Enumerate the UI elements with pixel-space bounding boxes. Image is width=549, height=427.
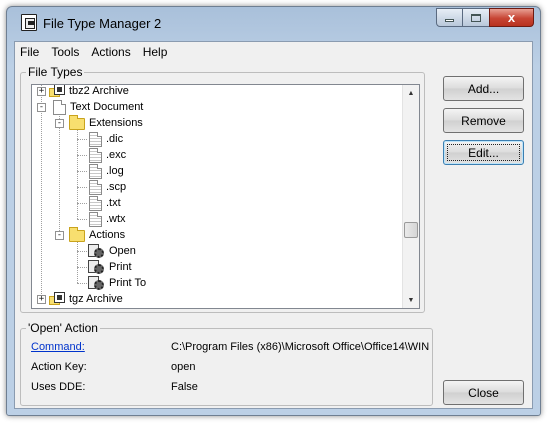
close-button[interactable]: Close	[443, 380, 524, 405]
file-icon	[89, 163, 102, 179]
title-bar[interactable]: File Type Manager 2 x	[7, 7, 540, 37]
tree-item-exc[interactable]: .exc	[89, 147, 126, 163]
action-details-legend: 'Open' Action	[26, 321, 100, 335]
tree-item-label: Print	[109, 261, 132, 273]
tree-item-actions[interactable]: Actions	[69, 227, 125, 243]
command-link[interactable]: Command:	[31, 341, 161, 353]
tree-item-label: .dic	[106, 133, 124, 145]
maximize-button[interactable]	[462, 8, 490, 27]
tree-item-label: Extensions	[89, 117, 143, 129]
file-icon	[89, 211, 102, 227]
file-icon	[89, 195, 102, 211]
add-button-label: Add...	[467, 81, 500, 96]
folder-icon	[69, 227, 85, 242]
tree-item-log[interactable]: .log	[89, 163, 124, 179]
action-icon	[87, 243, 105, 259]
scroll-up-icon[interactable]: ▲	[403, 85, 419, 101]
file-types-group: File Types + tbz2 Archive - Text Documen…	[20, 65, 425, 313]
tree-item-scp[interactable]: .scp	[89, 179, 126, 195]
file-icon	[89, 179, 102, 195]
close-icon: x	[507, 10, 516, 25]
tree-expander-text-document[interactable]: -	[37, 103, 46, 112]
tree-item-print[interactable]: Print	[87, 259, 132, 275]
action-icon	[87, 259, 105, 275]
action-key-value: open	[171, 361, 196, 373]
file-icon	[89, 147, 102, 163]
command-row: Command: C:\Program Files (x86)\Microsof…	[31, 341, 433, 357]
tree-expander-actions[interactable]: -	[55, 231, 64, 240]
folder-icon	[69, 115, 85, 130]
tree-item-dic[interactable]: .dic	[89, 131, 123, 147]
tree-item-label: tbz2 Archive	[69, 85, 129, 97]
menu-actions[interactable]: Actions	[85, 42, 136, 62]
tree-item-label: .scp	[106, 181, 127, 193]
close-button-label: Close	[468, 385, 499, 400]
remove-button-label: Remove	[461, 113, 506, 128]
uses-dde-row: Uses DDE: False	[31, 381, 433, 397]
app-icon	[21, 14, 37, 31]
tree-item-tbz2-archive[interactable]: tbz2 Archive	[49, 85, 129, 99]
add-button[interactable]: Add...	[443, 76, 524, 101]
tree-item-label: Text Document	[70, 101, 144, 113]
document-icon	[53, 99, 66, 115]
action-key-row: Action Key: open	[31, 361, 433, 377]
tree-item-label: tgz Archive	[69, 293, 123, 305]
menu-help[interactable]: Help	[137, 42, 174, 62]
window-title: File Type Manager 2	[43, 16, 162, 31]
uses-dde-label: Uses DDE:	[31, 381, 86, 393]
tree-expander-tbz2[interactable]: +	[37, 87, 46, 96]
tree-item-print-to[interactable]: Print To	[87, 275, 146, 291]
tree-expander-tgz[interactable]: +	[37, 295, 46, 304]
close-window-button[interactable]: x	[489, 8, 534, 27]
tree-item-wtx[interactable]: .wtx	[89, 211, 126, 227]
menu-tools[interactable]: Tools	[45, 42, 85, 62]
action-key-label: Action Key:	[31, 361, 87, 373]
tree-item-label: .exc	[106, 149, 127, 161]
tree-item-label: Print To	[109, 277, 147, 289]
main-window: File Type Manager 2 x File Tools Actions…	[6, 6, 541, 416]
archive-icon	[49, 292, 65, 306]
tree-item-label: .log	[106, 165, 124, 177]
minimize-button[interactable]	[436, 8, 463, 27]
minimize-icon	[445, 19, 454, 22]
tree-item-label: Open	[109, 245, 136, 257]
tree-item-label: .wtx	[106, 213, 126, 225]
scroll-down-icon[interactable]: ▼	[403, 292, 419, 308]
caption-buttons: x	[436, 8, 534, 27]
tree-scrollbar[interactable]: ▲ ▼	[402, 85, 419, 308]
action-icon	[87, 275, 105, 291]
remove-button[interactable]: Remove	[443, 108, 524, 133]
edit-button[interactable]: Edit...	[443, 140, 524, 165]
tree-item-txt[interactable]: .txt	[89, 195, 121, 211]
uses-dde-value: False	[171, 381, 198, 393]
file-type-tree[interactable]: + tbz2 Archive - Text Document - Extensi…	[31, 84, 420, 309]
command-value: C:\Program Files (x86)\Microsoft Office\…	[171, 341, 430, 353]
client-area: File Tools Actions Help File Types + tbz…	[14, 41, 533, 409]
file-types-legend: File Types	[26, 65, 85, 79]
maximize-icon	[471, 13, 481, 22]
menu-bar: File Tools Actions Help	[15, 42, 532, 62]
file-icon	[89, 131, 102, 147]
action-details-group: 'Open' Action Command: C:\Program Files …	[20, 321, 433, 407]
archive-icon	[49, 85, 65, 98]
tree-item-label: .txt	[106, 197, 121, 209]
menu-file[interactable]: File	[15, 42, 45, 62]
scroll-thumb[interactable]	[404, 222, 418, 238]
tree-item-label: Actions	[89, 229, 126, 241]
tree-item-open[interactable]: Open	[87, 243, 136, 259]
action-properties: Command: C:\Program Files (x86)\Microsof…	[31, 337, 431, 407]
tree-item-tgz-archive[interactable]: tgz Archive	[49, 291, 123, 307]
tree-expander-extensions[interactable]: -	[55, 119, 64, 128]
tree-item-extensions[interactable]: Extensions	[69, 115, 143, 131]
tree-item-text-document[interactable]: Text Document	[53, 99, 143, 115]
